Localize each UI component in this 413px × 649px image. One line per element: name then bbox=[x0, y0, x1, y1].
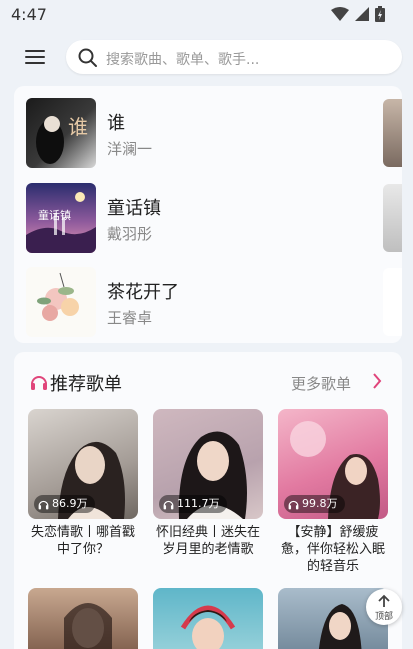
playlist-name: 失恋情歌丨哪首戳中了你？ bbox=[30, 525, 135, 557]
playlist-item[interactable]: 99.8万 【安静】舒缓疲惫，伴你轻松入眠的轻音乐 bbox=[278, 409, 388, 575]
top-bar: 搜索歌曲、歌单、歌手... bbox=[0, 38, 413, 76]
playlist-cover: 86.9万 bbox=[28, 409, 138, 519]
battery-icon bbox=[375, 6, 385, 22]
svg-text:童话镇: 童话镇 bbox=[38, 208, 71, 222]
arrow-up-icon bbox=[378, 594, 390, 607]
playlist-name: 怀旧经典丨迷失在岁月里的老情歌 bbox=[155, 525, 260, 557]
playlist-cover: 111.7万 bbox=[153, 409, 263, 519]
song-artist: 洋澜一 bbox=[107, 140, 153, 158]
more-playlists-link[interactable]: 更多歌单 bbox=[291, 373, 351, 394]
playlist-cover[interactable] bbox=[28, 588, 138, 649]
song-title: 茶花开了 bbox=[107, 282, 179, 303]
play-count-badge: 99.8万 bbox=[284, 495, 345, 513]
play-count-badge: 111.7万 bbox=[159, 495, 227, 513]
song-title: 谁 bbox=[107, 113, 125, 134]
headphones-icon bbox=[163, 500, 174, 509]
song-artist: 王睿卓 bbox=[107, 309, 153, 327]
headphones-icon bbox=[288, 500, 299, 509]
svg-text:谁: 谁 bbox=[68, 115, 88, 139]
search-input[interactable]: 搜索歌曲、歌单、歌手... bbox=[66, 40, 402, 74]
song-list-card: 谁 谁 洋澜一 童话镇 童话镇 戴羽彤 茶花开了 王睿卓 bbox=[14, 86, 402, 343]
song-cover: 谁 bbox=[26, 98, 96, 168]
song-item[interactable]: 谁 谁 洋澜一 bbox=[26, 98, 366, 168]
next-cover-peek[interactable] bbox=[383, 184, 402, 252]
play-count-badge: 86.9万 bbox=[34, 495, 95, 513]
song-title: 童话镇 bbox=[107, 198, 161, 219]
song-cover: 童话镇 bbox=[26, 183, 96, 253]
back-to-top-label: 顶部 bbox=[374, 612, 393, 622]
next-cover-peek[interactable] bbox=[383, 99, 402, 167]
play-count: 111.7万 bbox=[177, 497, 220, 510]
next-cover-peek[interactable] bbox=[383, 268, 402, 336]
search-placeholder: 搜索歌曲、歌单、歌手... bbox=[106, 52, 260, 68]
playlist-item[interactable]: 111.7万 怀旧经典丨迷失在岁月里的老情歌 bbox=[153, 409, 263, 558]
status-bar: 4:47 bbox=[0, 0, 413, 30]
headphones-icon bbox=[38, 500, 49, 509]
song-item[interactable]: 童话镇 童话镇 戴羽彤 bbox=[26, 183, 366, 253]
playlist-cover: 99.8万 bbox=[278, 409, 388, 519]
playlist-item[interactable]: 86.9万 失恋情歌丨哪首戳中了你？ bbox=[28, 409, 138, 558]
back-to-top-button[interactable]: 顶部 bbox=[366, 589, 402, 625]
song-artist: 戴羽彤 bbox=[107, 225, 153, 243]
recommend-section: 推荐歌单 更多歌单 86.9万 失恋情歌丨哪首戳中了你？ 111.7万 怀旧经典… bbox=[14, 352, 402, 649]
play-count: 99.8万 bbox=[302, 497, 338, 510]
song-item[interactable]: 茶花开了 王睿卓 bbox=[26, 267, 366, 337]
section-title: 推荐歌单 bbox=[50, 374, 122, 395]
headphones-icon bbox=[31, 376, 47, 390]
wifi-icon bbox=[331, 7, 349, 21]
signal-icon bbox=[355, 7, 369, 21]
playlist-name: 【安静】舒缓疲惫，伴你轻松入眠的轻音乐 bbox=[280, 525, 385, 574]
play-count: 86.9万 bbox=[52, 497, 88, 510]
playlist-cover[interactable] bbox=[153, 588, 263, 649]
status-time: 4:47 bbox=[11, 5, 47, 24]
song-cover bbox=[26, 267, 96, 337]
search-icon bbox=[78, 48, 97, 67]
status-icons bbox=[331, 6, 385, 22]
menu-button[interactable] bbox=[22, 46, 48, 68]
chevron-right-icon[interactable] bbox=[371, 371, 383, 391]
